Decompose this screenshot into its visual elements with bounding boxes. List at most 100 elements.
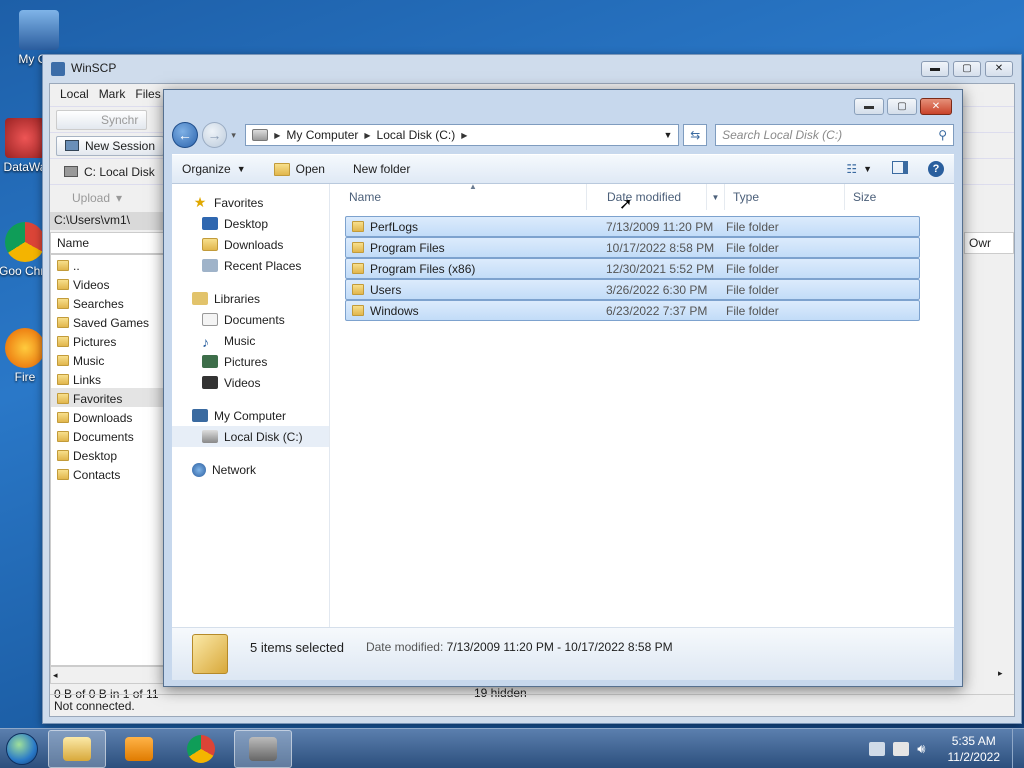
file-row[interactable]: Windows 6/23/2022 7:37 PM File folder	[345, 300, 920, 321]
change-view-button[interactable]: ☷ ▼	[846, 162, 872, 176]
network-tray-icon[interactable]	[869, 741, 886, 756]
maximize-button[interactable]: ▢	[887, 98, 917, 115]
datawarrior-icon	[5, 118, 45, 158]
start-button[interactable]	[0, 729, 44, 768]
help-icon[interactable]: ?	[928, 161, 944, 177]
local-file-list[interactable]: .. Videos Searches Saved Games Pictures …	[50, 254, 170, 666]
address-dropdown-icon[interactable]: ▼	[663, 130, 672, 140]
drive-selector[interactable]: C: Local Disk	[56, 163, 163, 181]
action-center-flag-icon[interactable]	[893, 741, 910, 756]
file-rows: PerfLogs 7/13/2009 11:20 PM File folder Pr…	[331, 210, 954, 321]
nav-videos[interactable]: Videos	[172, 372, 329, 393]
nav-music[interactable]: ♪ Music	[172, 330, 329, 351]
volume-icon[interactable]: 🔊︎	[917, 741, 925, 757]
date-modified-label: Date modified: 7/13/2009 11:20 PM - 10/1…	[366, 640, 673, 654]
nav-downloads[interactable]: Downloads	[172, 234, 329, 255]
list-item-label: Favorites	[73, 391, 123, 406]
nav-libraries[interactable]: Libraries	[172, 288, 329, 309]
nav-network[interactable]: Network	[172, 459, 329, 480]
file-name: Windows	[370, 303, 419, 318]
address-bar[interactable]: ▶ My Computer ▶ Local Disk (C:) ▶ ▼	[245, 124, 680, 146]
list-item-label: Documents	[73, 429, 134, 444]
scroll-right-icon[interactable]: ▸	[998, 668, 1010, 679]
list-item[interactable]: ..	[51, 255, 169, 274]
chevron-down-icon: ▾	[116, 190, 123, 205]
file-name: Users	[370, 282, 402, 297]
column-size[interactable]: Size	[845, 184, 925, 210]
file-row[interactable]: Program Files (x86) 12/30/2021 5:52 PM Fil…	[345, 258, 920, 279]
minimize-button[interactable]: ▬	[854, 98, 884, 115]
nav-pictures[interactable]: Pictures	[172, 351, 329, 372]
taskbar: 🔊︎ 5:35 AM 11/2/2022	[0, 728, 1024, 768]
list-item[interactable]: Links	[51, 369, 169, 388]
local-path[interactable]: C:\Users\vm1\	[50, 212, 170, 230]
taskbar-chrome[interactable]	[172, 730, 230, 768]
list-item[interactable]: Contacts	[51, 464, 169, 483]
open-button[interactable]: Open	[273, 162, 325, 176]
breadcrumb-arrow-icon[interactable]: ▶	[274, 131, 280, 140]
nav-favorites[interactable]: ★ Favorites	[172, 192, 329, 213]
list-item[interactable]: Saved Games	[51, 312, 169, 331]
local-horizontal-scrollbar[interactable]: ◂	[50, 666, 170, 684]
search-input[interactable]: Search Local Disk (C:) ⚲	[715, 124, 954, 146]
menu-mark[interactable]: Mark	[99, 87, 126, 103]
column-date-modified[interactable]: Date modified	[587, 184, 707, 210]
recent-places-icon	[202, 259, 218, 272]
maximize-button[interactable]: ▢	[953, 61, 981, 77]
remote-owner-column-header[interactable]: Owr	[964, 232, 1014, 254]
nav-recent-places[interactable]: Recent Places	[172, 255, 329, 276]
nav-label: Local Disk (C:)	[224, 429, 303, 444]
taskbar-media-player[interactable]	[110, 730, 168, 768]
list-item[interactable]: Documents	[51, 426, 169, 445]
clock[interactable]: 5:35 AM 11/2/2022	[948, 733, 1001, 765]
synchronize-label: Synchr	[101, 112, 139, 127]
new-folder-button[interactable]: New folder	[353, 162, 410, 176]
local-name-column-header[interactable]: Name	[50, 232, 170, 254]
new-session-button[interactable]: New Session	[56, 135, 165, 156]
desktop-icon-label: DataWa	[3, 160, 47, 174]
list-item[interactable]: Pictures	[51, 331, 169, 350]
nav-my-computer[interactable]: My Computer	[172, 405, 329, 426]
show-desktop-button[interactable]	[1012, 728, 1024, 768]
nav-documents[interactable]: Documents	[172, 309, 329, 330]
nav-local-disk[interactable]: Local Disk (C:)	[172, 426, 329, 447]
breadcrumb-local-disk[interactable]: Local Disk (C:)	[377, 128, 456, 142]
breadcrumb-arrow-icon[interactable]: ▶	[461, 131, 467, 140]
menu-local[interactable]: Local	[60, 87, 89, 103]
column-filter-dropdown[interactable]: ▼	[707, 184, 725, 210]
close-button[interactable]: ✕	[920, 98, 952, 115]
file-list-pane[interactable]: ▲ Name Date modified ▼ Type Size ➚ PerfL…	[331, 182, 954, 627]
winscp-titlebar[interactable]: WinSCP ▬ ▢ ✕	[43, 55, 1021, 83]
preview-pane-button[interactable]	[892, 161, 908, 177]
recent-pages-dropdown[interactable]: ▾	[231, 130, 241, 141]
list-item[interactable]: Downloads	[51, 407, 169, 426]
list-item[interactable]: Desktop	[51, 445, 169, 464]
refresh-button[interactable]: ⇆	[683, 124, 708, 146]
folder-icon	[63, 736, 91, 761]
nav-desktop[interactable]: Desktop	[172, 213, 329, 234]
list-item-selected[interactable]: Favorites	[51, 388, 169, 407]
synchronize-button[interactable]: Synchr	[56, 109, 148, 130]
file-row[interactable]: Users 3/26/2022 6:30 PM File folder	[345, 279, 920, 300]
navigation-pane[interactable]: ★ Favorites Desktop Downloads Recent Plac…	[172, 184, 330, 627]
list-item-label: Searches	[73, 296, 124, 311]
close-button[interactable]: ✕	[985, 61, 1013, 77]
search-icon[interactable]: ⚲	[938, 128, 947, 142]
taskbar-explorer[interactable]	[48, 729, 106, 768]
back-button[interactable]: ←	[172, 122, 198, 148]
file-row[interactable]: PerfLogs 7/13/2009 11:20 PM File folder	[345, 216, 920, 237]
organize-button[interactable]: Organize ▼	[182, 162, 246, 176]
upload-button[interactable]: Upload ▾	[56, 189, 130, 207]
file-row[interactable]: Program Files 10/17/2022 8:58 PM File fold…	[345, 237, 920, 258]
breadcrumb-my-computer[interactable]: My Computer	[286, 128, 358, 142]
column-name[interactable]: Name	[331, 184, 587, 210]
breadcrumb-arrow-icon[interactable]: ▶	[364, 131, 370, 140]
list-item[interactable]: Music	[51, 350, 169, 369]
list-item[interactable]: Searches	[51, 293, 169, 312]
minimize-button[interactable]: ▬	[921, 61, 949, 77]
menu-files[interactable]: Files	[135, 87, 160, 103]
taskbar-winscp[interactable]	[234, 729, 292, 768]
list-item[interactable]: Videos	[51, 274, 169, 293]
column-type[interactable]: Type	[725, 184, 845, 210]
forward-button[interactable]: →	[201, 122, 228, 148]
